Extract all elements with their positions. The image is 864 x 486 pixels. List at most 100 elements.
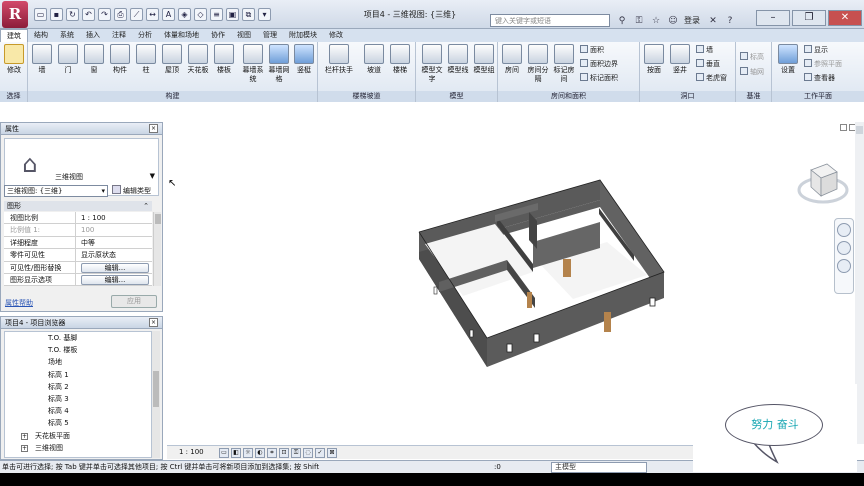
tag-area-button[interactable]: 标记面积 xyxy=(580,73,618,83)
vertical-opening-button[interactable]: 垂直 xyxy=(696,59,720,69)
close-button[interactable]: ✕ xyxy=(828,10,862,26)
set-workplane-button[interactable]: 设置 xyxy=(776,44,800,75)
tree-item[interactable]: 标高 4 xyxy=(5,405,151,417)
dimension-icon[interactable]: ↔ xyxy=(146,8,159,21)
ribbon-tab[interactable]: 体量和场地 xyxy=(158,29,205,42)
door-button[interactable]: 门 xyxy=(56,44,80,75)
shaft-button[interactable]: 竖井 xyxy=(668,44,692,75)
detail-level-value[interactable]: 中等 xyxy=(76,237,152,248)
curtain-system-button[interactable]: 幕墙系统 xyxy=(240,44,266,84)
chevron-down-icon[interactable]: ▼ xyxy=(150,172,155,180)
room-button[interactable]: 房间 xyxy=(500,44,524,75)
tree-item[interactable]: 场地 xyxy=(5,356,151,368)
property-group-graphics[interactable]: 图形 ⌃ xyxy=(4,201,152,211)
tree-item-ceiling-plans[interactable]: + 天花板平面 xyxy=(5,430,151,442)
properties-scrollbar[interactable] xyxy=(153,212,161,286)
window-button[interactable]: 窗 xyxy=(82,44,106,75)
viewcube[interactable] xyxy=(797,156,849,214)
viewer-button[interactable]: 查看器 xyxy=(804,73,835,83)
parts-visibility-value[interactable]: 显示原状态 xyxy=(76,249,152,260)
model-line-button[interactable]: 模型线 xyxy=(446,44,470,75)
exchange-icon[interactable]: ✕ xyxy=(707,15,719,27)
zoom-icon[interactable] xyxy=(837,259,851,273)
mullion-button[interactable]: 竖梃 xyxy=(292,44,316,75)
visual-style-icon[interactable]: ◧ xyxy=(231,448,241,458)
graphic-display-edit-button[interactable]: 编辑... xyxy=(81,274,149,285)
tree-item[interactable]: T.O. 基脚 xyxy=(5,332,151,344)
switch-windows-icon[interactable]: ⧉ xyxy=(242,8,255,21)
text-icon[interactable]: A xyxy=(162,8,175,21)
browser-scrollbar[interactable] xyxy=(152,331,160,458)
modify-button[interactable]: 修改 xyxy=(2,44,26,75)
redo-icon[interactable]: ↷ xyxy=(98,8,111,21)
show-workplane-button[interactable]: 显示 xyxy=(804,45,828,55)
ribbon-tab[interactable]: 管理 xyxy=(257,29,283,42)
user-icon[interactable]: ☺ xyxy=(667,15,679,27)
tree-item[interactable]: 标高 1 xyxy=(5,369,151,381)
floor-button[interactable]: 楼板 xyxy=(212,44,236,75)
3d-view-icon[interactable]: ◈ xyxy=(178,8,191,21)
ref-plane-button[interactable]: 参照平面 xyxy=(804,59,842,69)
measure-icon[interactable]: ⟋ xyxy=(130,8,143,21)
edit-type-button[interactable]: 编辑类型 xyxy=(112,185,151,197)
ribbon-tab[interactable]: 附加模块 xyxy=(283,29,323,42)
detail-level-icon[interactable]: ▭ xyxy=(219,448,229,458)
ribbon-tab[interactable]: 插入 xyxy=(80,29,106,42)
tree-item[interactable]: T.O. 楼板 xyxy=(5,344,151,356)
close-hidden-icon[interactable]: ▣ xyxy=(226,8,239,21)
expand-icon[interactable]: + xyxy=(21,432,28,440)
ribbon-tab[interactable]: 注释 xyxy=(106,29,132,42)
undo-icon[interactable]: ↶ xyxy=(82,8,95,21)
view-instance-select[interactable]: 三维视图: {三维} ▾ xyxy=(4,185,108,197)
model-text-button[interactable]: 模型文字 xyxy=(420,44,444,84)
ribbon-tab[interactable]: 分析 xyxy=(132,29,158,42)
area-button[interactable]: 面积 xyxy=(580,45,604,55)
temp-hide-icon[interactable]: ◌ xyxy=(303,448,313,458)
customize-qat-icon[interactable]: ▾ xyxy=(258,8,271,21)
shadows-icon[interactable]: ◐ xyxy=(255,448,265,458)
login-link[interactable]: 登录 xyxy=(684,15,700,26)
room-separator-button[interactable]: 房间分隔 xyxy=(526,44,550,84)
tree-item[interactable]: 标高 2 xyxy=(5,381,151,393)
subscription-icon[interactable]: ⚿ xyxy=(633,15,645,27)
collapse-icon[interactable]: ⌃ xyxy=(143,201,149,211)
ribbon-tab[interactable]: 结构 xyxy=(28,29,54,42)
roof-button[interactable]: 屋顶 xyxy=(160,44,184,75)
minimize-button[interactable]: – xyxy=(756,10,790,26)
ramp-button[interactable]: 坡道 xyxy=(362,44,386,75)
thin-lines-icon[interactable]: ≡ xyxy=(210,8,223,21)
curtain-grid-button[interactable]: 幕墙网格 xyxy=(266,44,292,84)
close-icon[interactable]: × xyxy=(149,124,158,133)
save-icon[interactable]: ▪ xyxy=(50,8,63,21)
component-button[interactable]: 构件 xyxy=(108,44,132,75)
ribbon-tab[interactable]: 协作 xyxy=(205,29,231,42)
wall-button[interactable]: 墙 xyxy=(30,44,54,75)
model-group-button[interactable]: 模型组 xyxy=(472,44,496,75)
area-boundary-button[interactable]: 面积边界 xyxy=(580,59,618,69)
show-crop-icon[interactable]: ⊡ xyxy=(279,448,289,458)
search-input[interactable]: 键入关键字或短语 xyxy=(490,14,610,27)
ribbon-tab[interactable]: 建筑 xyxy=(0,29,28,42)
restore-icon[interactable] xyxy=(840,124,847,131)
section-icon[interactable]: ◇ xyxy=(194,8,207,21)
tree-item-3d-views[interactable]: + 三维视图 xyxy=(5,442,151,454)
reveal-hidden-icon[interactable]: ✓ xyxy=(315,448,325,458)
tree-item[interactable]: 标高 3 xyxy=(5,393,151,405)
crop-view-icon[interactable]: ⌗ xyxy=(267,448,277,458)
star-icon[interactable]: ☆ xyxy=(650,15,662,27)
expand-icon[interactable]: + xyxy=(21,444,28,452)
sync-icon[interactable]: ↻ xyxy=(66,8,79,21)
wall-opening-button[interactable]: 墙 xyxy=(696,45,713,55)
stair-button[interactable]: 楼梯 xyxy=(388,44,412,75)
print-icon[interactable]: ⎙ xyxy=(114,8,127,21)
dormer-button[interactable]: 老虎窗 xyxy=(696,73,727,83)
railing-button[interactable]: 栏杆扶手 xyxy=(322,44,356,75)
apply-button[interactable]: 应用 xyxy=(111,295,157,308)
app-menu-button[interactable]: R xyxy=(2,1,28,28)
properties-help-link[interactable]: 属性帮助 xyxy=(5,298,33,308)
view-scale[interactable]: 1 : 100 xyxy=(179,446,204,459)
grid-button[interactable]: 轴网 xyxy=(740,67,764,77)
tree-item[interactable]: 标高 5 xyxy=(5,417,151,429)
ribbon-tab[interactable]: 修改 xyxy=(323,29,349,42)
ribbon-tab[interactable]: 系统 xyxy=(54,29,80,42)
